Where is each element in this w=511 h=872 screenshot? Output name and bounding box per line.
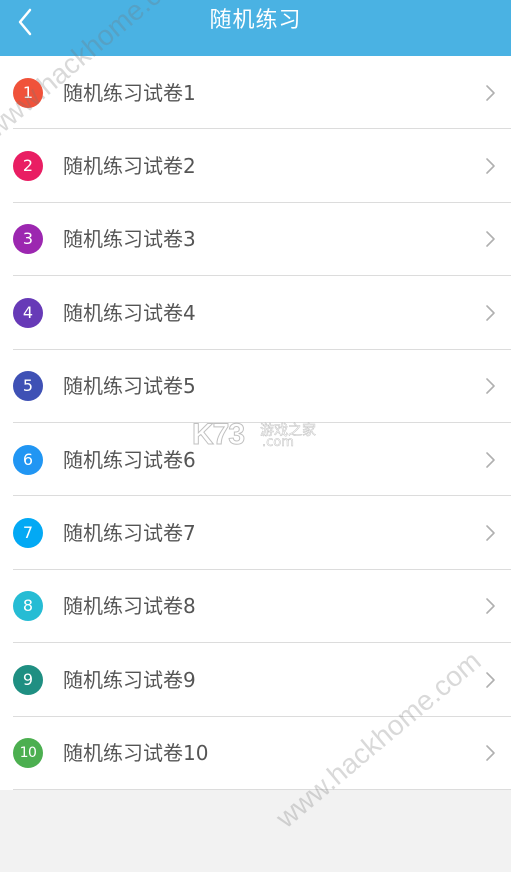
chevron-right-icon [485,156,497,176]
list-item-paper-8[interactable]: 8 随机练习试卷8 [0,570,511,644]
chevron-right-icon [485,523,497,543]
list-item-label: 随机练习试卷4 [63,300,196,325]
practice-paper-list: 1 随机练习试卷1 2 随机练习试卷2 3 随机练习试卷3 4 随机练习试卷4 5 随机练习试卷5… [0,56,511,791]
chevron-right-icon [485,743,497,763]
list-item-paper-2[interactable]: 2 随机练习试卷2 [0,129,511,204]
list-item-label: 随机练习试卷7 [63,521,196,546]
list-item-label: 随机练习试卷3 [63,227,196,252]
list-item-label: 随机练习试卷9 [63,667,196,692]
chevron-right-icon [485,670,497,690]
number-badge: 4 [13,297,43,328]
number-badge: 10 [13,738,43,769]
list-item-label: 随机练习试卷6 [63,447,196,472]
list-item-paper-6[interactable]: 6 随机练习试卷6 [0,423,511,497]
header-bar: 随机练习 [0,0,511,56]
list-item-label: 随机练习试卷5 [63,374,196,399]
list-item-paper-4[interactable]: 4 随机练习试卷4 [0,276,511,350]
number-badge: 3 [13,224,43,255]
chevron-right-icon [485,450,497,470]
list-item-label: 随机练习试卷8 [63,594,196,619]
list-item-paper-5[interactable]: 5 随机练习试卷5 [0,350,511,424]
app-screen: 随机练习 1 随机练习试卷1 2 随机练习试卷2 3 随机练习试卷3 4 随机练习试卷4 5 随机… [0,0,511,872]
number-badge: 5 [13,371,43,402]
list-item-label: 随机练习试卷10 [63,741,209,766]
chevron-right-icon [485,376,497,396]
number-badge: 7 [13,518,43,549]
page-title: 随机练习 [209,8,302,33]
number-badge: 6 [13,444,43,475]
chevron-right-icon [485,596,497,616]
chevron-right-icon [485,229,497,249]
number-badge: 1 [13,77,43,108]
list-item-label: 随机练习试卷2 [63,154,196,179]
list-item-paper-7[interactable]: 7 随机练习试卷7 [0,496,511,571]
number-badge: 8 [13,591,43,622]
list-item-paper-9[interactable]: 9 随机练习试卷9 [0,643,511,717]
empty-bottom-area [0,790,511,872]
number-badge: 9 [13,664,43,695]
list-item-paper-1[interactable]: 1 随机练习试卷1 [0,56,511,130]
list-item-paper-3[interactable]: 3 随机练习试卷3 [0,203,511,277]
list-item-paper-10[interactable]: 10 随机练习试卷10 [0,717,511,791]
chevron-right-icon [485,303,497,323]
list-item-label: 随机练习试卷1 [63,80,196,105]
number-badge: 2 [13,151,43,182]
chevron-right-icon [485,83,497,103]
